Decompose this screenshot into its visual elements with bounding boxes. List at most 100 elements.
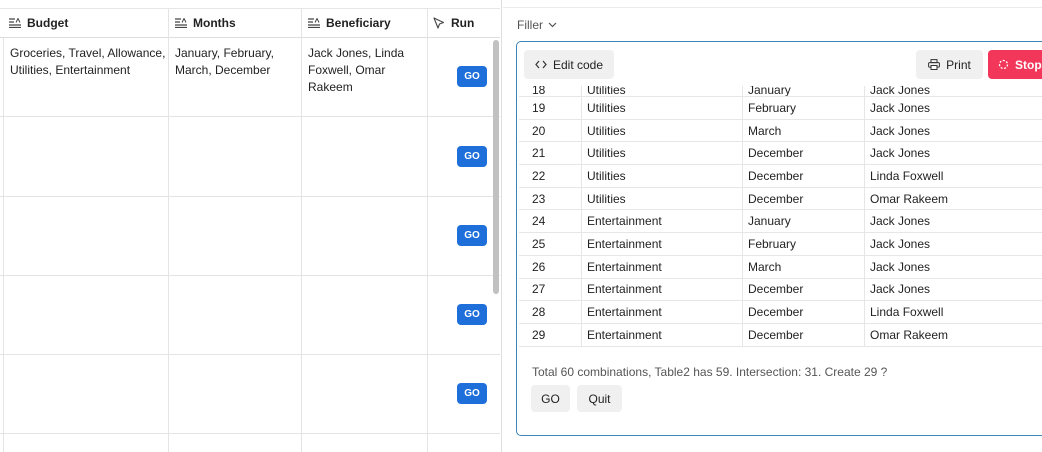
table-row: 24 Entertainment January Jack Jones — [519, 210, 1042, 234]
long-text-icon — [175, 18, 187, 28]
table-row[interactable]: GO — [0, 355, 500, 434]
row-index-cell: 24 — [532, 214, 546, 229]
table-row: 22 Utilities December Linda Foxwell — [519, 165, 1042, 188]
printer-icon — [928, 59, 941, 70]
print-button[interactable]: Print — [916, 50, 983, 79]
table-row: 20 Utilities March Jack Jones — [519, 119, 1042, 143]
chevron-down-icon — [548, 22, 557, 28]
month-cell: December — [742, 323, 864, 346]
budget-cell: Entertainment — [581, 278, 742, 301]
table-row: 21 Utilities December Jack Jones — [519, 142, 1042, 166]
run-go-button[interactable]: GO — [457, 146, 487, 167]
budget-cell: Utilities — [581, 119, 742, 142]
grid-header: Budget Months Beneficiary Run — [0, 9, 500, 38]
beneficiary-cell: Omar Rakeem — [864, 323, 1042, 346]
month-cell: December — [742, 278, 864, 301]
row-index-cell: 23 — [532, 191, 546, 206]
month-cell: January — [742, 210, 864, 233]
beneficiary-cell: Linda Foxwell — [864, 301, 1042, 323]
stop-button[interactable]: Stop — [988, 50, 1042, 79]
grid-top-border — [0, 0, 500, 9]
months-text-line: March, December — [175, 63, 271, 77]
spinner-icon — [998, 59, 1009, 70]
stop-label: Stop — [1015, 57, 1042, 72]
beneficiary-cell: Jack Jones — [864, 119, 1042, 142]
table-row: 29 Entertainment December Omar Rakeem — [519, 323, 1042, 347]
beneficiary-cell: Jack Jones — [864, 255, 1042, 278]
column-header-beneficiary[interactable]: Beneficiary — [308, 9, 391, 37]
filler-label: Filler — [517, 18, 543, 32]
print-label: Print — [946, 57, 971, 72]
budget-cell[interactable]: Groceries, Travel, Allowance, Utilities,… — [10, 45, 165, 79]
row-index-cell: 21 — [532, 146, 546, 161]
go-button[interactable]: GO — [531, 385, 570, 412]
grid-scrollbar-thumb[interactable] — [493, 40, 499, 294]
edit-code-button[interactable]: Edit code — [524, 50, 614, 79]
table-row[interactable]: GO — [0, 117, 500, 197]
table-row: 18 Utilities January Jack Jones — [519, 86, 1042, 97]
table-row[interactable]: GO — [0, 276, 500, 355]
table-row: 26 Entertainment March Jack Jones — [519, 255, 1042, 279]
month-cell: March — [742, 255, 864, 278]
month-cell: December — [742, 165, 864, 187]
run-go-button[interactable]: GO — [457, 66, 487, 87]
row-index-cell: 25 — [532, 236, 546, 251]
run-go-button[interactable]: GO — [457, 304, 487, 325]
panel-top-border — [503, 0, 1042, 8]
month-cell: February — [742, 233, 864, 255]
column-header-budget[interactable]: Budget — [9, 9, 68, 37]
month-cell: March — [742, 119, 864, 142]
beneficiary-cell: Jack Jones — [864, 233, 1042, 255]
summary-text: Total 60 combinations, Table2 has 59. In… — [532, 365, 888, 379]
beneficiary-cell: Omar Rakeem — [864, 187, 1042, 210]
beneficiary-cell: Jack Jones — [864, 278, 1042, 301]
budget-cell: Entertainment — [581, 323, 742, 346]
column-header-run[interactable]: Run — [433, 9, 474, 37]
beneficiary-text-line: Rakeem — [308, 80, 353, 94]
budget-cell: Entertainment — [581, 210, 742, 233]
month-cell: December — [742, 187, 864, 210]
column-header-beneficiary-label: Beneficiary — [326, 16, 391, 30]
table-row: 28 Entertainment December Linda Foxwell — [519, 301, 1042, 324]
row-index-cell: 26 — [532, 259, 546, 274]
row-index-cell: 27 — [532, 282, 546, 297]
table-row: 19 Utilities February Jack Jones — [519, 97, 1042, 120]
run-go-button[interactable]: GO — [457, 225, 487, 246]
quit-button[interactable]: Quit — [577, 385, 622, 412]
budget-text-line: Groceries, Travel, Allowance, — [10, 46, 166, 60]
row-index-cell: 29 — [532, 327, 546, 342]
beneficiary-text-line: Foxwell, Omar — [308, 63, 386, 77]
row-index-cell: 19 — [532, 100, 546, 115]
run-go-button[interactable]: GO — [457, 383, 487, 404]
beneficiary-cell[interactable]: Jack Jones, Linda Foxwell, Omar Rakeem — [308, 45, 404, 96]
budget-text-line: Utilities, Entertainment — [10, 63, 131, 77]
beneficiary-text-line: Jack Jones, Linda — [308, 46, 405, 60]
filler-dropdown[interactable]: Filler — [517, 18, 557, 32]
column-header-months[interactable]: Months — [175, 9, 236, 37]
table-row: 25 Entertainment February Jack Jones — [519, 233, 1042, 256]
budget-cell: Entertainment — [581, 233, 742, 255]
records-grid: Budget Months Beneficiary Run Groceries,… — [0, 0, 502, 452]
budget-cell: Entertainment — [581, 255, 742, 278]
column-header-run-label: Run — [451, 16, 475, 30]
beneficiary-cell: Linda Foxwell — [864, 165, 1042, 187]
row-index-cell: 22 — [532, 168, 546, 183]
month-cell: February — [742, 97, 864, 119]
edit-code-label: Edit code — [552, 57, 604, 72]
column-header-months-label: Months — [193, 16, 236, 30]
table-row: 27 Entertainment December Jack Jones — [519, 278, 1042, 302]
month-cell: January — [742, 86, 864, 96]
month-cell: December — [742, 301, 864, 323]
table-row: 23 Utilities December Omar Rakeem — [519, 187, 1042, 211]
budget-cell: Utilities — [581, 97, 742, 119]
table-row[interactable]: Groceries, Travel, Allowance, Utilities,… — [0, 38, 500, 117]
table-row[interactable]: GO — [0, 197, 500, 276]
cursor-icon — [433, 17, 445, 29]
months-text-line: January, February, — [175, 46, 274, 60]
column-header-budget-label: Budget — [27, 16, 69, 30]
month-cell: December — [742, 142, 864, 165]
filler-panel: Edit code Print Stop 18 Utilities Januar… — [516, 41, 1042, 436]
beneficiary-cell: Jack Jones — [864, 142, 1042, 165]
row-index-cell: 20 — [532, 123, 546, 138]
months-cell[interactable]: January, February, March, December — [175, 45, 274, 79]
